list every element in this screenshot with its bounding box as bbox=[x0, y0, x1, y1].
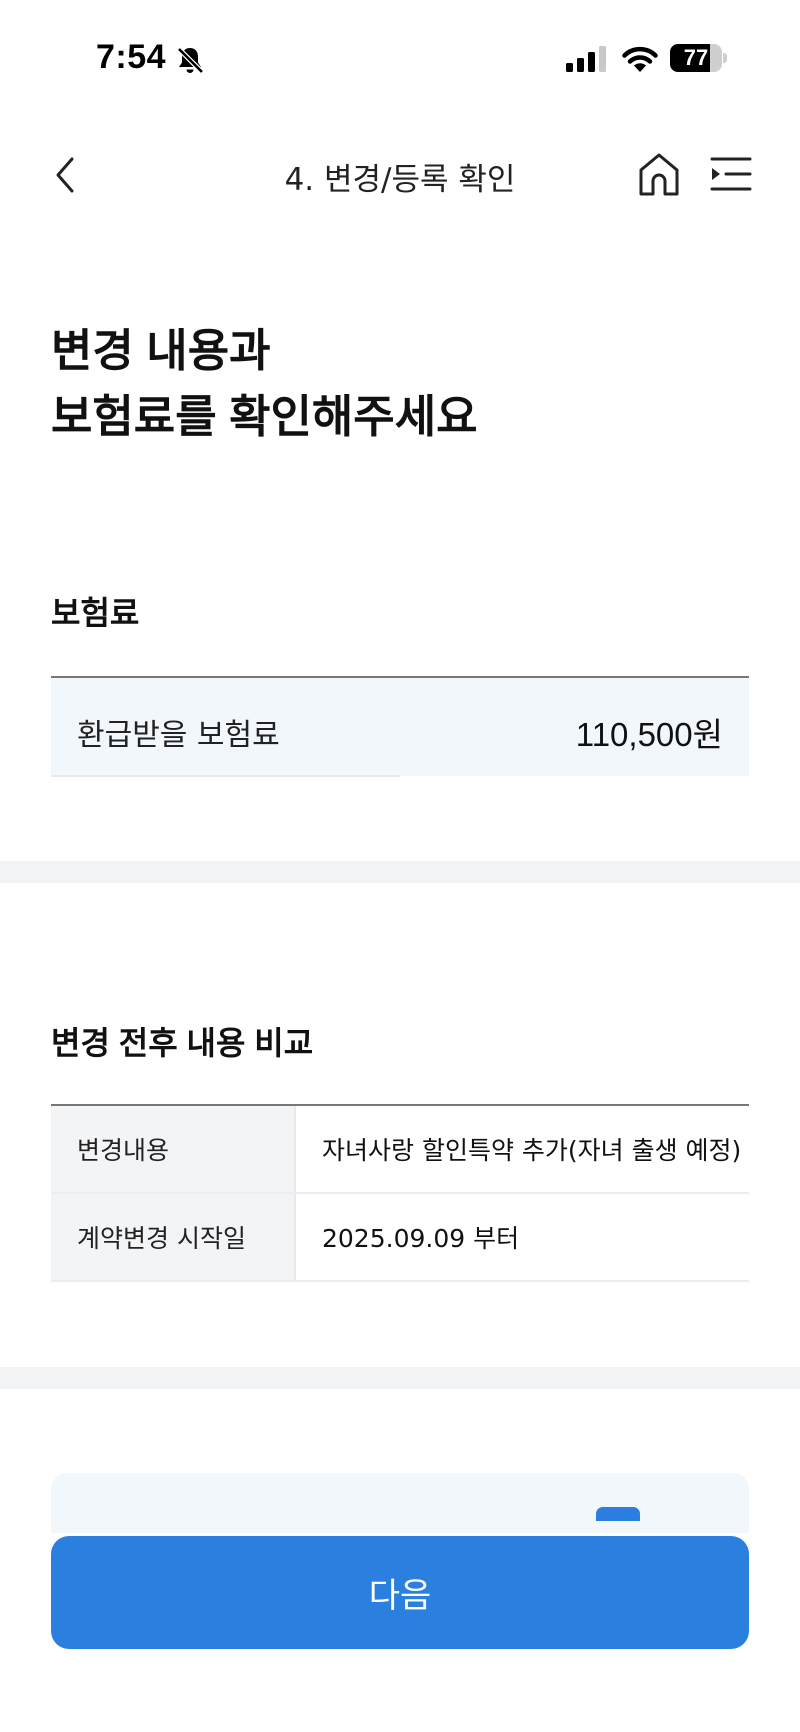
section-divider bbox=[0, 861, 800, 883]
cellular-signal-icon bbox=[566, 46, 606, 72]
status-bar: 7:54 77 bbox=[0, 0, 800, 118]
bell-off-icon bbox=[177, 47, 204, 74]
table-row: 변경내용 자녀사랑 할인특약 추가(자녀 출생 예정) bbox=[51, 1106, 749, 1194]
status-time: 7:54 bbox=[96, 38, 167, 76]
wifi-icon bbox=[622, 46, 658, 72]
headline-line-2: 보험료를 확인해주세요 bbox=[51, 391, 478, 442]
row-header: 계약변경 시작일 bbox=[51, 1194, 296, 1280]
menu-button[interactable] bbox=[706, 150, 756, 200]
battery-level-text: 77 bbox=[683, 45, 709, 70]
premium-section-title: 보험료 bbox=[51, 595, 140, 631]
comparison-table: 변경내용 자녀사랑 할인특약 추가(자녀 출생 예정) 계약변경 시작일 202… bbox=[51, 1104, 749, 1282]
table-row: 계약변경 시작일 2025.09.09 부터 bbox=[51, 1194, 749, 1282]
menu-icon bbox=[710, 157, 752, 191]
notice-toggle[interactable] bbox=[596, 1507, 640, 1521]
row-value: 자녀사랑 할인특약 추가(자녀 출생 예정) bbox=[322, 1136, 742, 1165]
home-icon bbox=[639, 153, 679, 196]
premium-value: 110,500원 bbox=[575, 716, 723, 753]
row-header: 변경내용 bbox=[51, 1106, 296, 1192]
headline: 변경 내용과 보험료를 확인해주세요 bbox=[51, 318, 478, 450]
headline-line-1: 변경 내용과 bbox=[51, 325, 271, 376]
premium-underline bbox=[51, 775, 400, 777]
comparison-section-title: 변경 전후 내용 비교 bbox=[51, 1025, 314, 1061]
premium-label: 환급받을 보험료 bbox=[77, 718, 280, 753]
battery-icon: 77 bbox=[670, 44, 727, 72]
section-divider bbox=[0, 1367, 800, 1389]
row-value: 2025.09.09 부터 bbox=[322, 1224, 520, 1253]
home-button[interactable] bbox=[634, 150, 684, 200]
premium-summary: 환급받을 보험료 110,500원 bbox=[51, 676, 749, 776]
notice-card bbox=[51, 1473, 749, 1533]
nav-header: 4. 변경/등록 확인 bbox=[0, 130, 800, 220]
next-button[interactable]: 다음 bbox=[51, 1536, 749, 1649]
